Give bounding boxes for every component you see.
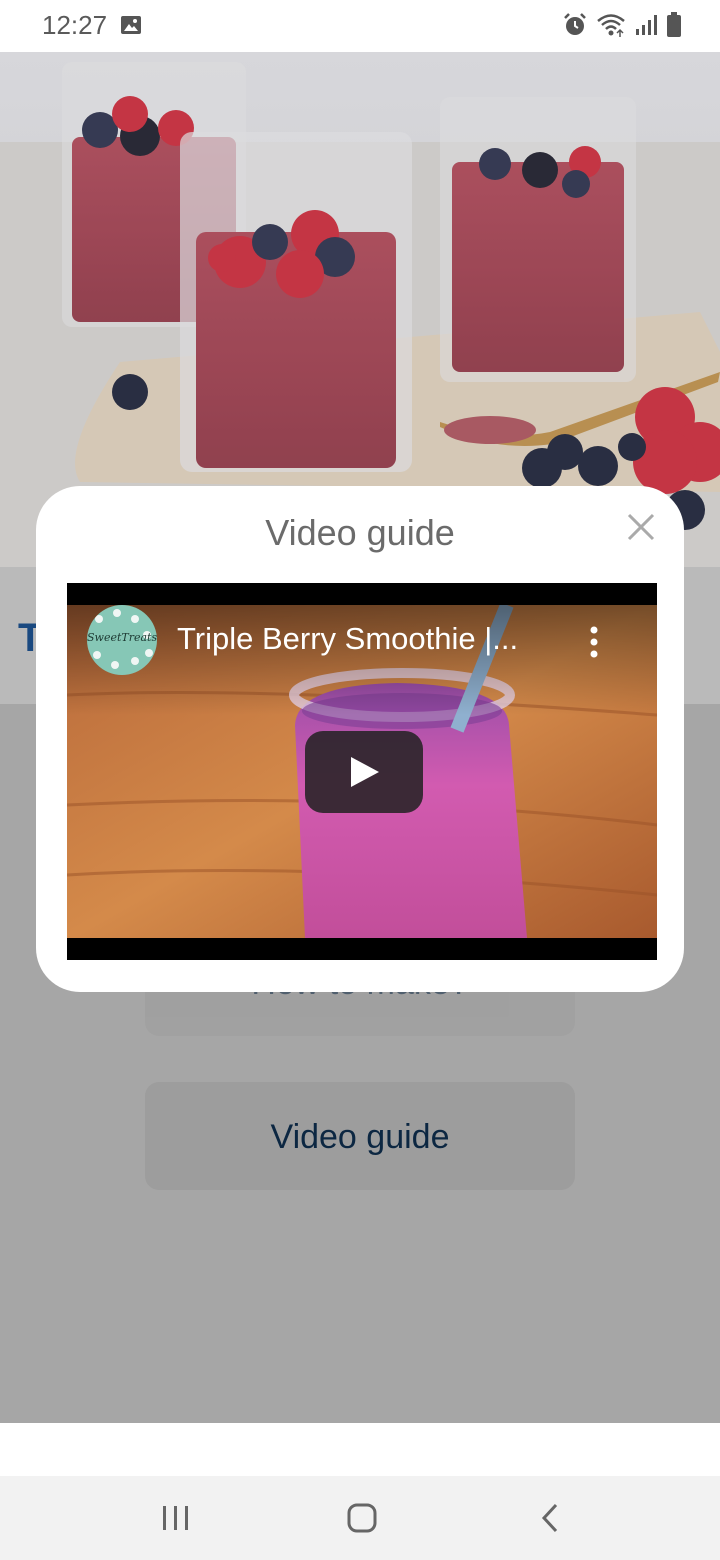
bottom-spacer <box>0 1423 720 1476</box>
channel-avatar[interactable]: SweetTreats <box>87 605 157 675</box>
back-icon[interactable] <box>528 1498 572 1538</box>
image-icon <box>120 14 142 41</box>
navigation-bar <box>0 1476 720 1560</box>
alarm-icon <box>562 12 588 43</box>
close-icon[interactable] <box>624 510 658 544</box>
video-thumbnail[interactable]: SweetTreats Triple Berry Smoothie |... <box>67 605 657 938</box>
play-button[interactable] <box>305 731 423 813</box>
signal-icon <box>634 13 658 42</box>
more-vert-icon[interactable] <box>587 625 601 659</box>
channel-name: SweetTreats <box>87 631 157 644</box>
status-time: 12:27 <box>42 10 108 40</box>
video-guide-button[interactable]: Video guide <box>145 1082 575 1190</box>
video-title[interactable]: Triple Berry Smoothie |... <box>177 621 518 657</box>
home-icon[interactable] <box>340 1498 384 1538</box>
battery-icon <box>666 12 682 43</box>
play-icon <box>351 757 379 787</box>
recent-apps-icon[interactable] <box>154 1498 198 1538</box>
wifi-icon <box>596 12 626 43</box>
status-bar: 12:27 <box>0 0 720 52</box>
video-player[interactable]: SweetTreats Triple Berry Smoothie |... <box>67 583 657 960</box>
dialog-title: Video guide <box>265 512 455 553</box>
video-guide-dialog: Video guide SweetTreats Triple Berry Smo… <box>36 486 684 992</box>
